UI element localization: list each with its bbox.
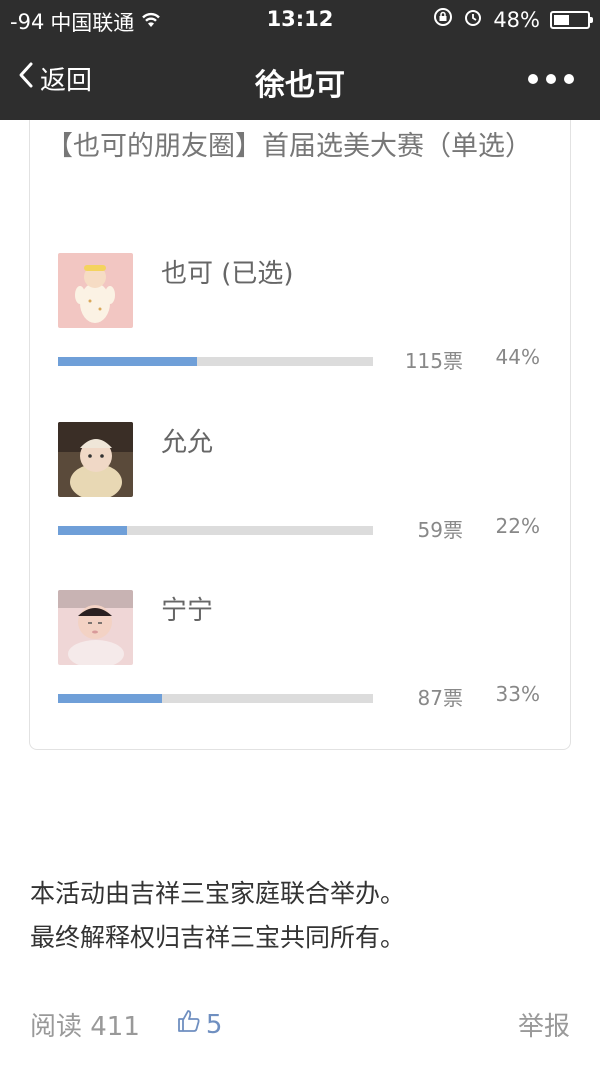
battery-icon <box>550 10 593 29</box>
avatar <box>58 253 133 328</box>
progress-track <box>58 526 373 535</box>
vote-count: 87票 <box>417 686 463 710</box>
alarm-icon <box>463 7 483 32</box>
progress-bar <box>58 694 162 703</box>
vote-percent: 22% <box>495 514 540 538</box>
top-bar: -94 中国联通 13:12 48% 返回 徐也可 <box>0 0 600 120</box>
rotation-lock-icon <box>433 7 453 32</box>
more-dot <box>528 74 538 84</box>
more-dot <box>546 74 556 84</box>
battery-fill <box>554 14 569 25</box>
vote-count: 59票 <box>417 518 463 542</box>
vote-percent: 44% <box>495 345 540 369</box>
notice-line: 最终解释权归吉祥三宝共同所有。 <box>30 923 406 952</box>
vote-count: 115票 <box>404 349 463 373</box>
read-count: 阅读 411 <box>30 1012 140 1042</box>
vote-option-yeke[interactable]: 也可 (已选) 115票 44% <box>0 253 600 413</box>
status-bar: -94 中国联通 13:12 48% <box>0 0 600 40</box>
avatar <box>58 590 133 665</box>
page-title: 徐也可 <box>255 68 345 103</box>
event-notice: 本活动由吉祥三宝家庭联合举办。 最终解释权归吉祥三宝共同所有。 <box>30 872 405 960</box>
option-label: 宁宁 <box>161 596 214 626</box>
vote-title: 【也可的朋友圈】首届选美大赛（单选） <box>46 131 532 162</box>
avatar <box>58 422 133 497</box>
notice-line: 本活动由吉祥三宝家庭联合举办。 <box>30 879 406 908</box>
vote-percent: 33% <box>495 682 540 706</box>
article-stats: 阅读 411 5 <box>30 1006 222 1043</box>
like-button[interactable]: 5 <box>176 1008 223 1041</box>
vote-option-yunyun[interactable]: 允允 59票 22% <box>0 422 600 582</box>
option-label: 允允 <box>161 428 214 458</box>
option-label: 也可 (已选) <box>161 259 294 289</box>
progress-bar <box>58 357 197 366</box>
progress-track <box>58 694 373 703</box>
more-button[interactable] <box>528 74 574 84</box>
status-right: 48% <box>433 7 593 32</box>
progress-track <box>58 357 373 366</box>
progress-bar <box>58 526 128 535</box>
vote-option-ningning[interactable]: 宁宁 87票 33% <box>0 590 600 750</box>
nav-bar: 返回 徐也可 <box>0 40 600 120</box>
report-link[interactable]: 举报 <box>518 1006 570 1043</box>
thumbs-up-icon <box>176 1008 202 1041</box>
battery-percent: 48% <box>493 7 540 32</box>
more-dot <box>564 74 574 84</box>
like-count: 5 <box>205 1009 223 1040</box>
